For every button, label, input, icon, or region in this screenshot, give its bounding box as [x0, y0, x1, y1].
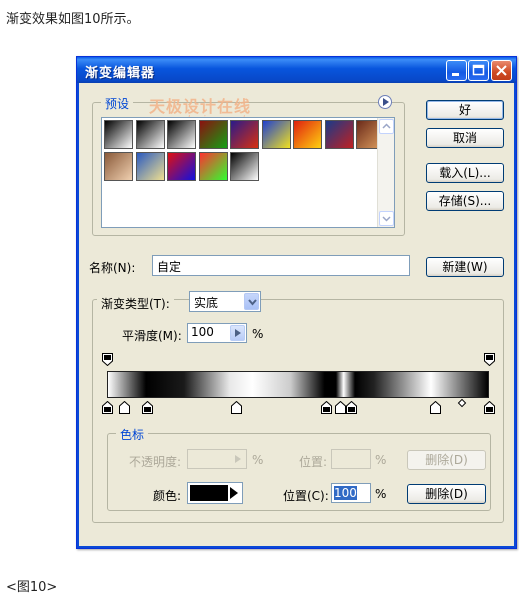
preset-swatch[interactable]: [104, 151, 133, 181]
gradient-type-select[interactable]: 实底: [189, 291, 261, 312]
opacity-location-input: [331, 449, 371, 469]
presets-menu-button[interactable]: [378, 95, 392, 109]
color-location-unit: %: [375, 487, 387, 501]
color-stops-legend: 色标: [116, 426, 149, 443]
scroll-up-button[interactable]: [379, 119, 394, 134]
color-stop-marker[interactable]: [334, 401, 346, 414]
color-label: 颜色:: [153, 489, 182, 503]
preset-swatch[interactable]: [230, 120, 259, 149]
opacity-unit: %: [252, 453, 264, 467]
maximize-icon: [472, 64, 485, 76]
opacity-stop-marker[interactable]: [101, 353, 113, 366]
presets-group: 预设 天极设计在线 design.yesky.com: [92, 95, 405, 236]
smoothness-value: 100: [191, 325, 214, 339]
cancel-button[interactable]: 取消: [426, 128, 504, 148]
color-stop-marker[interactable]: [101, 401, 113, 414]
new-button[interactable]: 新建(W): [426, 257, 504, 277]
delete-color-stop-button[interactable]: 删除(D): [407, 484, 486, 504]
color-picker[interactable]: [187, 482, 243, 504]
preset-swatch[interactable]: [167, 151, 196, 181]
color-location-value: 100: [334, 486, 357, 500]
color-stop-marker[interactable]: [118, 401, 130, 414]
name-label: 名称(N):: [89, 261, 136, 275]
presets-list[interactable]: [101, 117, 395, 228]
ok-button[interactable]: 好: [426, 100, 504, 120]
save-button[interactable]: 存储(S)...: [426, 191, 504, 211]
preset-swatch[interactable]: [293, 120, 322, 149]
close-icon: [496, 65, 507, 76]
minimize-icon: [452, 73, 459, 76]
color-location-label: 位置(C):: [283, 489, 329, 503]
load-button[interactable]: 载入(L)...: [426, 163, 504, 183]
window-title: 渐变编辑器: [85, 66, 156, 81]
smoothness-input[interactable]: 100: [187, 323, 247, 343]
preset-swatch[interactable]: [261, 120, 291, 149]
smoothness-label: 平滑度(M):: [122, 329, 182, 343]
opacity-location-label: 位置:: [299, 455, 328, 469]
color-stop-marker[interactable]: [231, 401, 243, 414]
opacity-label: 不透明度:: [129, 455, 182, 469]
gradient-editor-dialog: 渐变编辑器 预设 天极设计在线 design.yesky.com: [76, 56, 517, 549]
presets-legend: 预设: [101, 95, 134, 112]
preset-swatch[interactable]: [198, 151, 228, 181]
preset-swatch[interactable]: [135, 151, 165, 181]
chevron-down-icon: [248, 299, 257, 306]
color-location-input[interactable]: 100: [331, 483, 371, 503]
gradient-type-value: 实底: [194, 296, 219, 310]
opacity-stop-marker[interactable]: [483, 353, 495, 366]
article-caption: 渐变效果如图10所示。: [6, 12, 140, 27]
chevron-up-icon: [382, 123, 391, 129]
preset-swatch[interactable]: [230, 151, 259, 181]
gradient-preview-bar[interactable]: [107, 371, 489, 398]
gradient-type-label: 渐变类型(T):: [97, 295, 174, 312]
preset-swatch[interactable]: [135, 120, 165, 149]
presets-scrollbar[interactable]: [377, 118, 394, 227]
dropdown-button[interactable]: [244, 293, 259, 310]
play-arrow-icon: [383, 98, 389, 106]
smoothness-slider-button[interactable]: [230, 325, 245, 341]
preset-swatch[interactable]: [198, 120, 228, 149]
preset-swatch[interactable]: [167, 120, 196, 149]
color-swatch[interactable]: [190, 485, 228, 501]
scroll-down-button[interactable]: [379, 211, 394, 226]
chevron-down-icon: [382, 216, 391, 222]
close-button[interactable]: [491, 60, 512, 81]
play-arrow-icon: [235, 329, 241, 337]
color-stop-marker[interactable]: [141, 401, 153, 414]
maximize-button[interactable]: [468, 60, 489, 81]
title-bar[interactable]: 渐变编辑器: [77, 57, 516, 83]
color-stop-marker[interactable]: [483, 401, 495, 414]
preset-swatch[interactable]: [104, 120, 133, 149]
smoothness-unit: %: [252, 327, 264, 341]
color-stop-marker[interactable]: [345, 401, 357, 414]
delete-opacity-stop-button: 删除(D): [407, 450, 486, 470]
color-stop-marker[interactable]: [430, 401, 442, 414]
preset-swatch[interactable]: [324, 120, 354, 149]
minimize-button[interactable]: [446, 60, 467, 81]
color-stop-marker[interactable]: [321, 401, 333, 414]
play-arrow-icon[interactable]: [228, 485, 240, 501]
play-arrow-icon: [235, 455, 241, 463]
opacity-input: [187, 449, 247, 469]
opacity-location-unit: %: [375, 453, 387, 467]
name-input[interactable]: 自定: [152, 255, 410, 276]
figure-label: <图10>: [6, 580, 58, 594]
